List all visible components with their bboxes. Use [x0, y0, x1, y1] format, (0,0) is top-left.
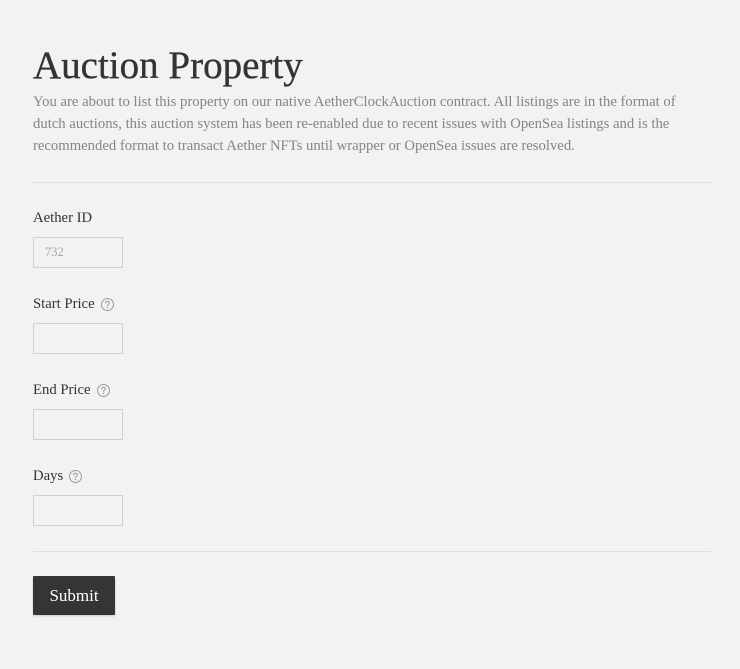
question-circle-icon-graphic [69, 470, 83, 483]
start-price-input[interactable] [33, 323, 123, 354]
start-price-label: Start Price [33, 296, 95, 312]
field-start-price: Start Price [33, 294, 711, 354]
days-input[interactable] [33, 495, 123, 526]
submit-button[interactable]: Submit [33, 576, 115, 615]
aether-id-input[interactable] [33, 237, 123, 268]
end-price-label: End Price [33, 382, 91, 398]
page-title: Auction Property [33, 44, 303, 87]
end-price-label-row: End Price [33, 380, 711, 400]
auction-form: Aether ID Start Price End Price [33, 183, 711, 526]
aether-id-label: Aether ID [33, 210, 93, 226]
page-description: You are about to list this property on o… [33, 94, 676, 154]
aether-id-label-row: Aether ID [33, 208, 711, 228]
start-price-label-row: Start Price [33, 294, 711, 314]
field-days: Days [33, 466, 711, 526]
question-circle-icon-graphic [100, 298, 114, 311]
field-end-price: End Price [33, 380, 711, 440]
question-circle-icon[interactable] [96, 384, 110, 397]
auction-property-page: Auction Property You are about to list t… [33, 0, 711, 615]
question-circle-icon[interactable] [100, 298, 114, 311]
end-price-input[interactable] [33, 409, 123, 440]
field-aether-id: Aether ID [33, 208, 711, 268]
bottom-divider [33, 551, 711, 552]
days-label-row: Days [33, 466, 711, 486]
question-circle-icon-graphic [96, 384, 110, 397]
question-circle-icon[interactable] [69, 470, 83, 483]
days-label: Days [33, 468, 64, 484]
